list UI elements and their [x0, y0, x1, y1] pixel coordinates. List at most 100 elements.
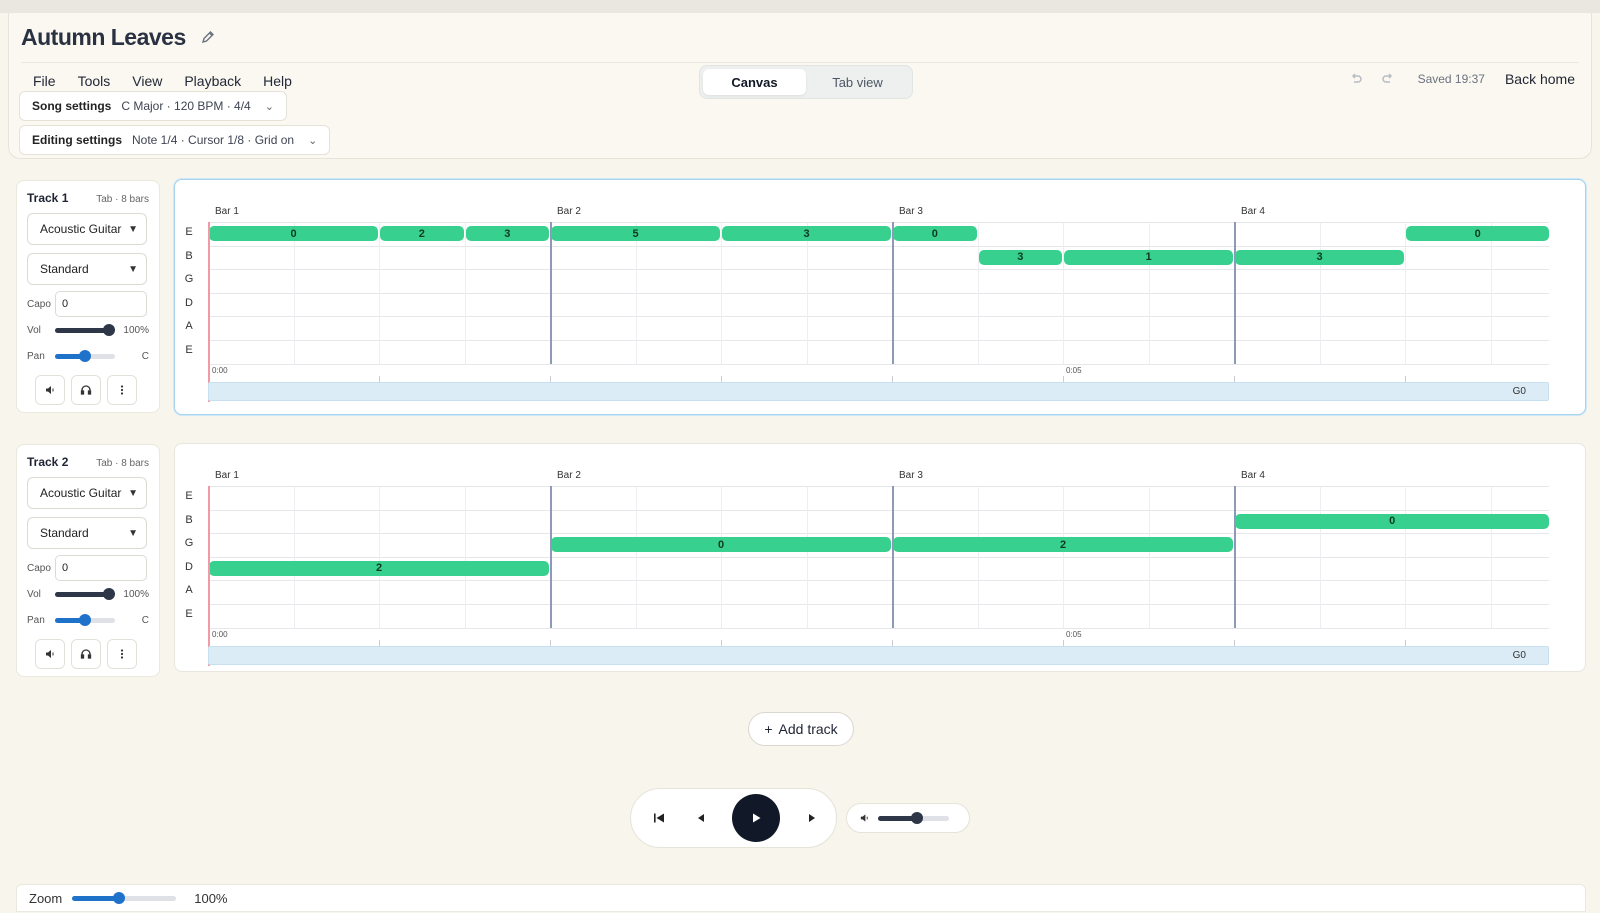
headphones-icon	[80, 649, 92, 659]
add-track-button[interactable]: + Add track	[748, 712, 854, 746]
grid-line	[208, 533, 1549, 535]
beat-line	[635, 222, 637, 364]
slider-knob[interactable]	[103, 324, 115, 336]
title-row: Autumn Leaves	[21, 17, 216, 57]
bar-line	[892, 222, 894, 364]
tab-note[interactable]: 0	[1406, 226, 1550, 241]
instrument-select[interactable]: Acoustic Guitar ▼	[27, 477, 147, 509]
overview-strip[interactable]: G0	[208, 646, 1549, 665]
tab-note[interactable]: 5	[551, 226, 720, 241]
back-home-link[interactable]: Back home	[1505, 71, 1575, 87]
song-settings-pill[interactable]: Song settings C Major · 120 BPM · 4/4 ⌄	[19, 91, 287, 121]
tab-note[interactable]: 2	[893, 537, 1233, 553]
grid-line	[208, 292, 1549, 294]
capo-label: Capo	[27, 298, 51, 310]
track-name[interactable]: Track 2	[27, 455, 68, 469]
playhead[interactable]	[208, 486, 210, 666]
top-strip	[0, 0, 1600, 13]
track-meta: Tab · 8 bars	[96, 194, 149, 205]
tab-view-tab[interactable]: Tab view	[806, 69, 909, 95]
saved-status: Saved 19:37	[1417, 72, 1485, 86]
menu-view[interactable]: View	[124, 69, 170, 93]
menu-help[interactable]: Help	[255, 69, 300, 93]
step-back-icon	[697, 814, 704, 822]
song-title[interactable]: Autumn Leaves	[21, 24, 186, 51]
pan-slider[interactable]	[55, 614, 115, 626]
undo-icon[interactable]	[1348, 71, 1364, 87]
slider-knob[interactable]	[79, 614, 91, 626]
beat-line	[1490, 222, 1492, 364]
tab-note[interactable]: 0	[893, 226, 977, 241]
beat-line	[1319, 222, 1321, 364]
beat-line	[1148, 222, 1150, 364]
capo-input[interactable]: 0	[55, 555, 147, 581]
slider-knob[interactable]	[113, 892, 126, 904]
menu-file[interactable]: File	[25, 69, 64, 93]
volume-slider[interactable]	[55, 588, 115, 600]
playhead[interactable]	[208, 222, 210, 402]
skip-to-start-button[interactable]	[649, 808, 669, 828]
capo-input[interactable]: 0	[55, 291, 147, 317]
pan-slider[interactable]	[55, 350, 115, 362]
slider-knob[interactable]	[911, 812, 924, 824]
track-2-canvas[interactable]: Bar 1 Bar 2 Bar 3 Bar 4 E B G D A E 2 0 2 0 0:00 0:05 G0	[174, 443, 1586, 672]
slider-knob[interactable]	[103, 588, 115, 600]
canvas-view-tab[interactable]: Canvas	[703, 69, 806, 95]
tab-note[interactable]: 3	[722, 226, 891, 241]
instrument-select[interactable]: Acoustic Guitar ▼	[27, 213, 147, 245]
bar-label: Bar 1	[215, 206, 239, 217]
track-1-panel: Track 1 Tab · 8 bars Acoustic Guitar ▼ St…	[16, 180, 160, 413]
redo-icon[interactable]	[1380, 71, 1396, 87]
string-label: E	[185, 344, 193, 356]
track-1-canvas[interactable]: Bar 1 Bar 2 Bar 3 Bar 4 E B G D A E 0 2 3 5 3 0 3 1 3 0 0:00…	[174, 179, 1586, 415]
tab-note[interactable]: 0	[1235, 513, 1550, 529]
string-label: E	[185, 608, 193, 620]
track-more-button[interactable]	[107, 375, 137, 405]
tuning-select[interactable]: Standard ▼	[27, 517, 147, 549]
tuning-value: Standard	[40, 526, 89, 540]
tab-note[interactable]: 3	[465, 226, 549, 241]
tab-grid[interactable]: 2020	[208, 486, 1550, 666]
tab-note[interactable]: 0	[209, 226, 378, 241]
track-name[interactable]: Track 1	[27, 191, 68, 205]
menu-tools[interactable]: Tools	[70, 69, 119, 93]
editing-settings-pill[interactable]: Editing settings Note 1/4 · Cursor 1/8 ·…	[19, 125, 331, 155]
string-label: G	[184, 273, 194, 286]
beat-line	[293, 486, 295, 628]
grid-line	[208, 316, 1549, 318]
tab-note[interactable]: 1	[1064, 249, 1233, 265]
solo-button[interactable]	[71, 375, 101, 405]
title-divider	[21, 62, 1579, 63]
play-button[interactable]	[732, 794, 781, 842]
track-more-button[interactable]	[107, 639, 137, 669]
header-card: Autumn Leaves File Tools View Playback H…	[8, 13, 1592, 159]
tab-note[interactable]: 2	[209, 560, 549, 576]
previous-button[interactable]	[691, 808, 711, 828]
chevron-down-icon: ▼	[128, 223, 138, 235]
tab-note[interactable]: 3	[978, 249, 1062, 265]
grid-line	[208, 222, 1549, 223]
beat-line	[1405, 486, 1406, 628]
beat-line	[635, 486, 637, 628]
grid-line	[208, 604, 1549, 605]
menu-playback[interactable]: Playback	[176, 69, 249, 93]
solo-button[interactable]	[71, 639, 101, 669]
tab-note[interactable]: 0	[551, 537, 891, 553]
beat-line	[464, 486, 466, 628]
edit-title-pencil-icon[interactable]	[200, 29, 216, 45]
tab-note[interactable]: 3	[1235, 249, 1404, 265]
mute-button[interactable]	[35, 639, 65, 669]
tuning-select[interactable]: Standard ▼	[27, 253, 147, 285]
zoom-slider[interactable]	[72, 892, 177, 904]
bar-label: Bar 3	[899, 206, 923, 217]
time-label: 0:05	[1066, 366, 1082, 375]
mute-button[interactable]	[35, 375, 65, 405]
tab-note[interactable]: 2	[380, 226, 464, 241]
next-button[interactable]	[802, 808, 822, 828]
master-volume-slider[interactable]	[877, 812, 949, 824]
slider-knob[interactable]	[79, 350, 91, 362]
grid-line	[208, 509, 1549, 511]
tab-grid[interactable]: 0235303130	[208, 222, 1550, 402]
overview-strip[interactable]: G0	[208, 382, 1549, 401]
volume-slider[interactable]	[55, 324, 115, 336]
